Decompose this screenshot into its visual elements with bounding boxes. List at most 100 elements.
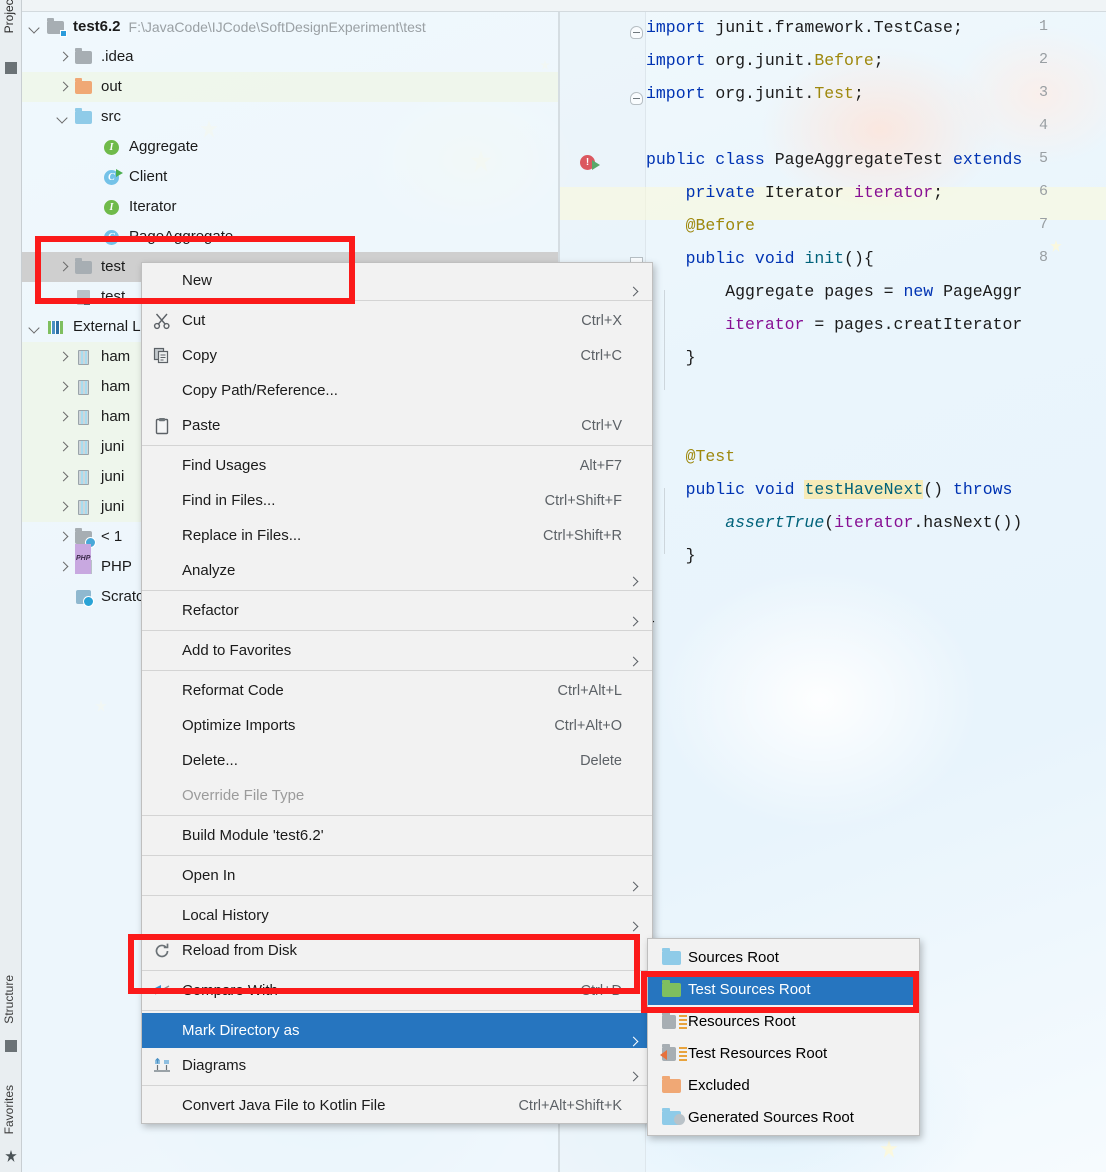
menu-item-open-in[interactable]: Open In xyxy=(142,858,652,893)
submenu-item-test-resources-root[interactable]: Test Resources Root xyxy=(648,1037,919,1069)
tree-item-aggregate[interactable]: I Aggregate xyxy=(22,132,560,162)
menu-item-build-module-test6-2[interactable]: Build Module 'test6.2' xyxy=(142,818,652,853)
menu-item-label: Diagrams xyxy=(182,1057,247,1074)
code-line[interactable] xyxy=(646,407,1106,440)
menu-item-label: Compare With xyxy=(182,982,278,999)
tree-item-idea[interactable]: .idea xyxy=(22,42,560,72)
sidebar-item-favorites[interactable]: Favorites xyxy=(2,1085,16,1134)
menu-item-label: Override File Type xyxy=(182,787,305,804)
tree-item-src[interactable]: src xyxy=(22,102,560,132)
menu-item-convert-java-file-to-kotlin-file[interactable]: Convert Java File to Kotlin File Ctrl+Alt… xyxy=(142,1088,652,1123)
menu-item-replace-in-files[interactable]: Replace in Files... Ctrl+Shift+R xyxy=(142,518,652,553)
code-line[interactable] xyxy=(646,572,1106,605)
jar-icon xyxy=(74,408,94,426)
fold-icon[interactable] xyxy=(630,26,643,39)
tree-item-iterator[interactable]: I Iterator xyxy=(22,192,560,222)
menu-item-find-in-files[interactable]: Find in Files... Ctrl+Shift+F xyxy=(142,483,652,518)
menu-item-label: New xyxy=(182,272,213,289)
code-line[interactable]: import org.junit.Before; xyxy=(646,44,1106,77)
code-line[interactable]: } xyxy=(646,341,1106,374)
chevron-right-icon[interactable] xyxy=(56,380,70,394)
submenu-item-test-sources-root[interactable]: Test Sources Root xyxy=(648,973,919,1005)
folder-generated-icon xyxy=(658,1107,688,1127)
menu-item-shortcut: Delete xyxy=(580,752,622,769)
submenu-item-generated-sources-root[interactable]: Generated Sources Root xyxy=(648,1101,919,1133)
chevron-down-icon[interactable] xyxy=(28,320,42,334)
code-line[interactable]: } xyxy=(646,539,1106,572)
menu-item-compare-with[interactable]: Compare With Ctrl+D xyxy=(142,973,652,1008)
structure-icon xyxy=(5,1040,17,1052)
code-token: iterator xyxy=(853,183,934,202)
menu-item-shortcut: Ctrl+X xyxy=(581,312,622,329)
code-line[interactable]: @Before xyxy=(646,209,1106,242)
code-line[interactable]: assertTrue(iterator.hasNext()) xyxy=(646,506,1106,539)
chevron-right-icon[interactable] xyxy=(56,470,70,484)
code-line[interactable]: iterator = pages.creatIterator xyxy=(646,308,1106,341)
chevron-down-icon[interactable] xyxy=(28,20,42,34)
code-line[interactable]: } xyxy=(646,605,1106,638)
chevron-right-icon[interactable] xyxy=(56,560,70,574)
menu-item-reload-from-disk[interactable]: Reload from Disk xyxy=(142,933,652,968)
clipboard-icon xyxy=(142,415,182,437)
code-line[interactable]: public class PageAggregateTest extends xyxy=(646,143,1106,176)
code-line[interactable] xyxy=(646,110,1106,143)
code-line[interactable]: private Iterator iterator; xyxy=(646,176,1106,209)
tree-item-label: test xyxy=(101,258,126,275)
run-test-icon[interactable] xyxy=(592,160,600,170)
tree-item-out[interactable]: out xyxy=(22,72,560,102)
chevron-right-icon[interactable] xyxy=(56,440,70,454)
chevron-right-icon[interactable] xyxy=(56,80,70,94)
submenu-item-excluded[interactable]: Excluded xyxy=(648,1069,919,1101)
menu-item-diagrams[interactable]: Diagrams xyxy=(142,1048,652,1083)
menu-item-local-history[interactable]: Local History xyxy=(142,898,652,933)
fold-icon[interactable] xyxy=(630,92,643,105)
menu-item-analyze[interactable]: Analyze xyxy=(142,553,652,588)
submenu-item-resources-root[interactable]: Resources Root xyxy=(648,1005,919,1037)
chevron-right-icon[interactable] xyxy=(56,530,70,544)
tree-item-pageaggregate[interactable]: C PageAggregate xyxy=(22,222,560,252)
code-line[interactable]: public void init(){ xyxy=(646,242,1106,275)
context-menu[interactable]: New Cut Ctrl+X Copy Ctrl+C Copy Path/Referenc… xyxy=(141,262,653,1124)
menu-item-shortcut: Ctrl+Alt+Shift+K xyxy=(518,1097,622,1114)
code-line[interactable] xyxy=(646,374,1106,407)
menu-item-optimize-imports[interactable]: Optimize Imports Ctrl+Alt+O xyxy=(142,708,652,743)
chevron-right-icon[interactable] xyxy=(56,260,70,274)
code-token: new xyxy=(903,282,944,301)
code-line[interactable]: @Test xyxy=(646,440,1106,473)
folder-blue-icon xyxy=(74,108,94,126)
menu-item-add-to-favorites[interactable]: Add to Favorites xyxy=(142,633,652,668)
menu-item-label: Local History xyxy=(182,907,269,924)
jar-icon xyxy=(74,468,94,486)
menu-item-paste[interactable]: Paste Ctrl+V xyxy=(142,408,652,443)
sidebar-item-structure[interactable]: Structure xyxy=(2,975,16,1024)
menu-item-new[interactable]: New xyxy=(142,263,652,298)
menu-item-label: Mark Directory as xyxy=(182,1022,300,1039)
menu-item-find-usages[interactable]: Find Usages Alt+F7 xyxy=(142,448,652,483)
code-line[interactable]: Aggregate pages = new PageAggr xyxy=(646,275,1106,308)
menu-item-mark-directory-as[interactable]: Mark Directory as xyxy=(142,1013,652,1048)
mark-directory-as-submenu[interactable]: Sources Root Test Sources Root Resources R… xyxy=(647,938,920,1136)
code-line[interactable]: import junit.framework.TestCase; xyxy=(646,11,1106,44)
code-line[interactable]: import org.junit.Test; xyxy=(646,77,1106,110)
code-content[interactable]: import junit.framework.TestCase; import o… xyxy=(646,11,1106,638)
chevron-right-icon[interactable] xyxy=(56,50,70,64)
submenu-item-sources-root[interactable]: Sources Root xyxy=(648,941,919,973)
chevron-right-icon[interactable] xyxy=(56,350,70,364)
menu-item-delete[interactable]: Delete... Delete xyxy=(142,743,652,778)
jar-icon xyxy=(74,348,94,366)
menu-item-copy[interactable]: Copy Ctrl+C xyxy=(142,338,652,373)
sidebar-item-project[interactable]: Project xyxy=(2,0,16,33)
code-line[interactable]: public void testHaveNext() throws xyxy=(646,473,1106,506)
tree-item-label: Aggregate xyxy=(129,138,199,155)
chevron-right-icon[interactable] xyxy=(56,410,70,424)
menu-item-cut[interactable]: Cut Ctrl+X xyxy=(142,303,652,338)
menu-item-refactor[interactable]: Refactor xyxy=(142,593,652,628)
tree-item-client[interactable]: C Client xyxy=(22,162,560,192)
menu-item-copy-path-reference[interactable]: Copy Path/Reference... xyxy=(142,373,652,408)
chevron-down-icon[interactable] xyxy=(56,110,70,124)
tree-item-label: juni xyxy=(101,468,125,485)
menu-item-reformat-code[interactable]: Reformat Code Ctrl+Alt+L xyxy=(142,673,652,708)
chevron-right-icon[interactable] xyxy=(56,500,70,514)
tree-item-test6-2[interactable]: test6.2 F:\JavaCode\IJCode\SoftDesignExpe… xyxy=(22,12,560,42)
menu-item-label: Refactor xyxy=(182,602,239,619)
